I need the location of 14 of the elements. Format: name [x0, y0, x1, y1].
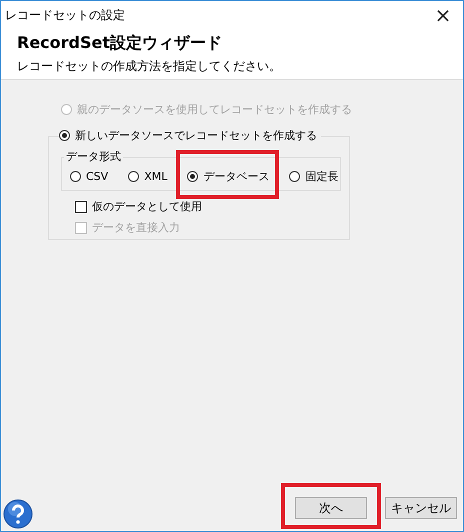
dialog-button[interactable]: 次へ — [295, 497, 367, 519]
radio-option[interactable]: 新しいデータソースでレコードセットを作成する — [59, 128, 321, 143]
window-title: レコードセットの設定 — [5, 6, 125, 24]
help-icon[interactable] — [3, 499, 33, 529]
group-label: データ形式 — [64, 150, 123, 163]
dialog-button[interactable]: キャンセル — [385, 497, 457, 519]
checkbox[interactable]: 仮のデータとして使用 — [75, 199, 349, 214]
radio-option[interactable]: データベース — [187, 166, 270, 186]
radio-option[interactable]: XML — [128, 168, 168, 184]
wizard-title: RecordSet設定ウィザード — [17, 33, 224, 54]
close-button[interactable]: × — [423, 1, 463, 29]
radio-option[interactable]: CSV — [70, 168, 108, 184]
radio-option[interactable]: 固定長 — [289, 166, 338, 186]
wizard-subtitle: レコードセットの作成方法を指定してください。 — [17, 58, 282, 75]
